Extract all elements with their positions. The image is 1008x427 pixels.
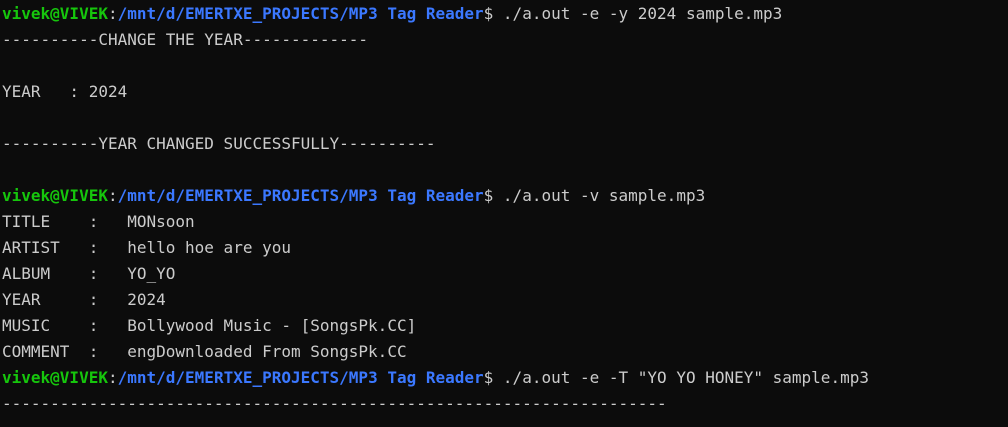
- prompt-separator: :: [107, 4, 118, 23]
- tag-line-title: TITLE : MONsoon: [2, 212, 195, 231]
- prompt-line-1: vivek@VIVEK:/mnt/d/EMERTXE_PROJECTS/MP3 …: [2, 1, 1008, 27]
- tag-line-comment: COMMENT : engDownloaded From SongsPk.CC: [2, 342, 407, 361]
- prompt-path: /mnt/d/EMERTXE_PROJECTS/MP3 Tag Reader: [117, 4, 484, 23]
- prompt-symbol: $: [483, 4, 503, 23]
- prompt-line-3: vivek@VIVEK:/mnt/d/EMERTXE_PROJECTS/MP3 …: [2, 365, 1008, 391]
- command-text: ./a.out -e -T "YO YO HONEY" sample.mp3: [502, 368, 869, 387]
- tag-line-artist: ARTIST : hello hoe are you: [2, 238, 291, 257]
- prompt-user-host: vivek@VIVEK: [2, 4, 108, 23]
- prompt-line-2: vivek@VIVEK:/mnt/d/EMERTXE_PROJECTS/MP3 …: [2, 183, 1008, 209]
- prompt-symbol: $: [483, 186, 503, 205]
- output-year-line: YEAR : 2024: [2, 82, 128, 101]
- tag-line-album: ALBUM : YO_YO: [2, 264, 176, 283]
- prompt-path: /mnt/d/EMERTXE_PROJECTS/MP3 Tag Reader: [117, 368, 484, 387]
- prompt-user-host: vivek@VIVEK: [2, 368, 108, 387]
- output-rule-line: ----------------------------------------…: [2, 394, 667, 413]
- command-text: ./a.out -e -y 2024 sample.mp3: [502, 4, 783, 23]
- prompt-separator: :: [107, 368, 118, 387]
- tag-line-year: YEAR : 2024: [2, 290, 166, 309]
- output-change-year-header: ----------CHANGE THE YEAR-------------: [2, 30, 369, 49]
- output-year-success: ----------YEAR CHANGED SUCCESSFULLY-----…: [2, 134, 436, 153]
- prompt-user-host: vivek@VIVEK: [2, 186, 108, 205]
- tag-line-music: MUSIC : Bollywood Music - [SongsPk.CC]: [2, 316, 417, 335]
- prompt-symbol: $: [483, 368, 503, 387]
- prompt-path: /mnt/d/EMERTXE_PROJECTS/MP3 Tag Reader: [117, 186, 484, 205]
- command-text: ./a.out -v sample.mp3: [502, 186, 706, 205]
- terminal-window[interactable]: vivek@VIVEK:/mnt/d/EMERTXE_PROJECTS/MP3 …: [0, 0, 1008, 427]
- prompt-separator: :: [107, 186, 118, 205]
